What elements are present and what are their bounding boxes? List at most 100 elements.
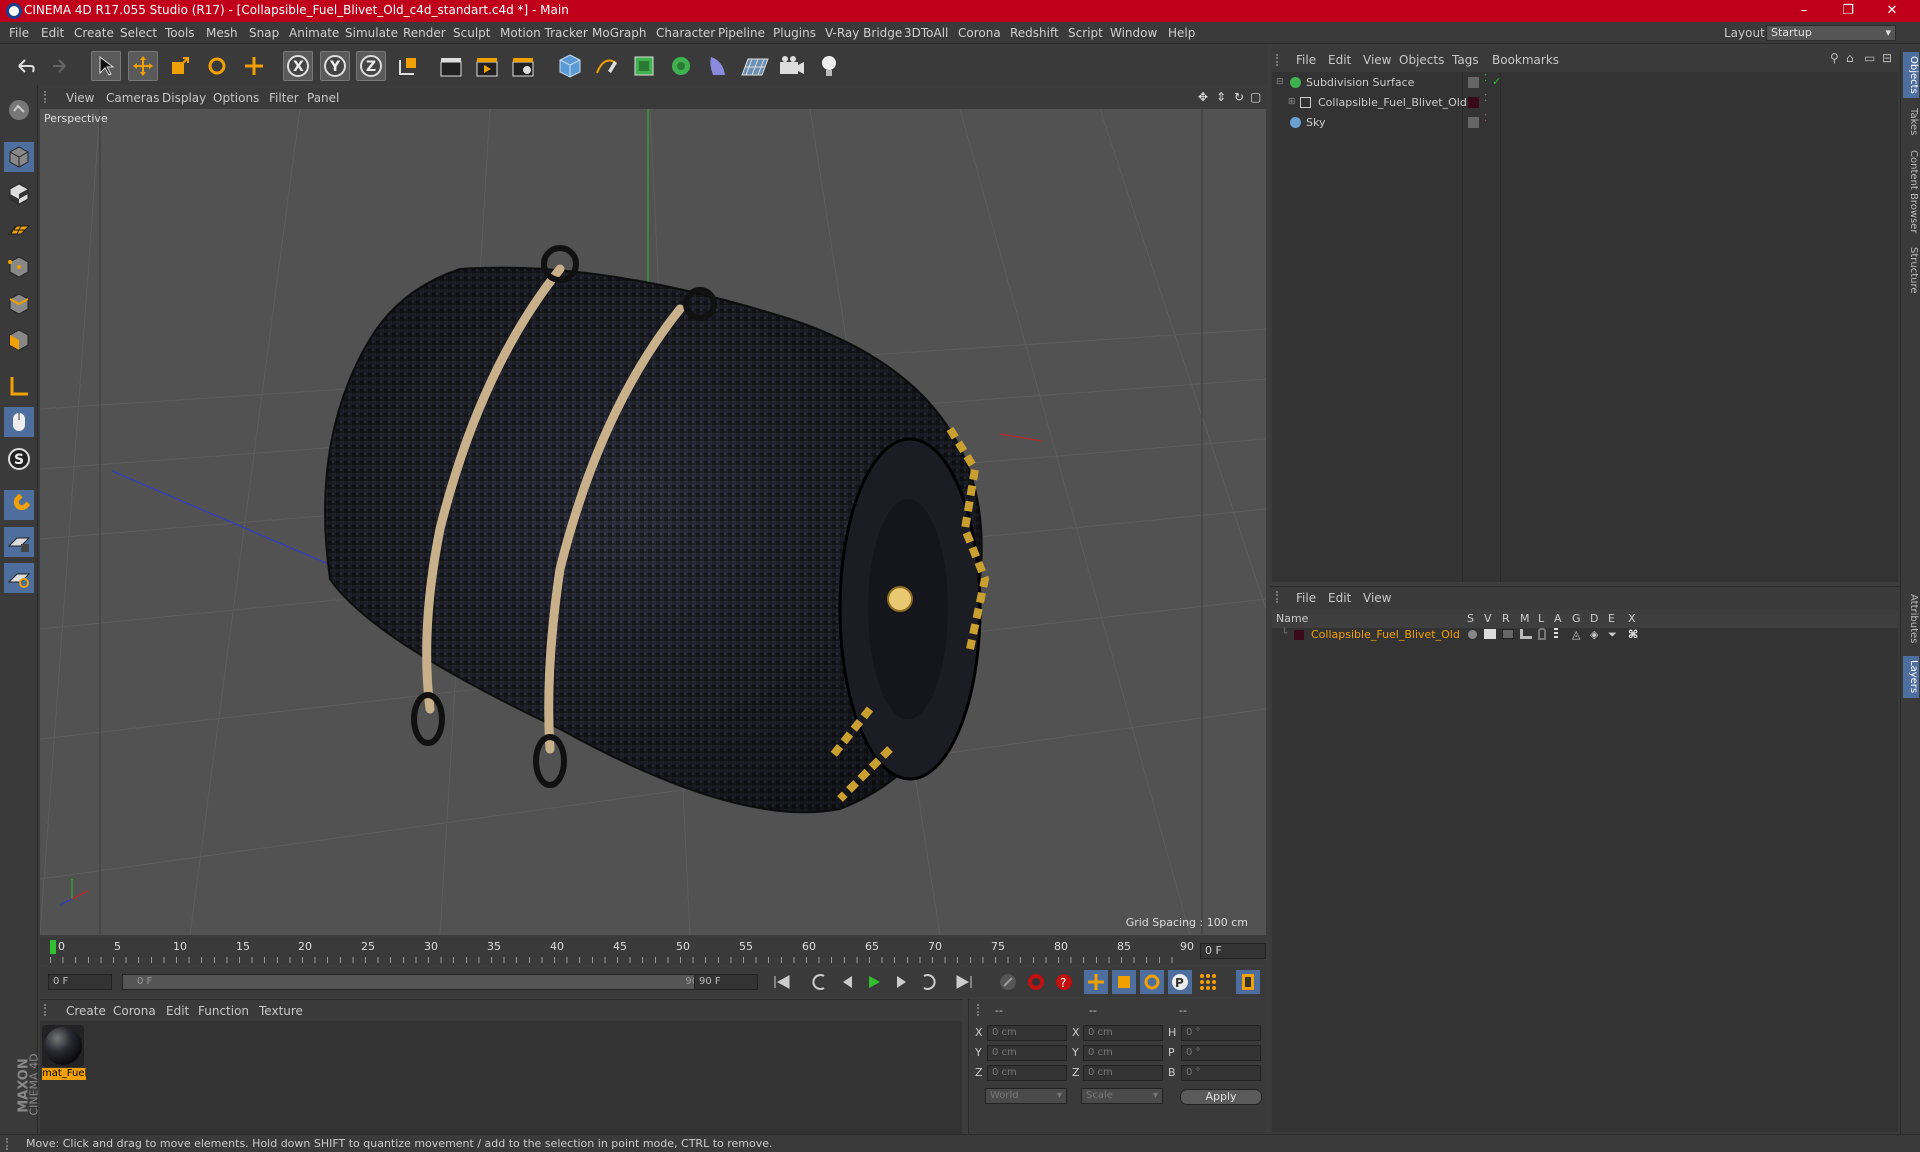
viewport-maximize-icon[interactable]: ▢	[1250, 90, 1261, 104]
menu-snap[interactable]: Snap	[249, 26, 279, 40]
axis-mode-button[interactable]	[4, 371, 34, 401]
add-floor-button[interactable]	[740, 51, 770, 81]
x-axis-lock[interactable]: X	[283, 51, 313, 81]
xref-toggle-icon[interactable]: ⌘	[1628, 628, 1638, 641]
menu-render[interactable]: Render	[403, 26, 446, 40]
undo-button[interactable]	[10, 51, 40, 81]
material-menu-create[interactable]: Create	[66, 1004, 106, 1018]
menu-tools[interactable]: Tools	[165, 26, 195, 40]
workplane-mode-button[interactable]	[4, 215, 34, 245]
render-picture-viewer-button[interactable]	[472, 51, 502, 81]
rot-b-field[interactable]: 0 °	[1181, 1065, 1261, 1081]
coordinate-space-select[interactable]: World ▾	[985, 1088, 1067, 1104]
rot-p-field[interactable]: 0 °	[1181, 1045, 1261, 1061]
home-icon[interactable]: ⌂	[1846, 51, 1854, 65]
menu-motion-tracker[interactable]: Motion Tracker	[500, 26, 588, 40]
menu-pipeline[interactable]: Pipeline	[718, 26, 765, 40]
points-mode-button[interactable]	[4, 252, 34, 282]
layer-color-swatch[interactable]	[1294, 630, 1304, 640]
add-camera-button[interactable]	[777, 51, 807, 81]
key-position-toggle[interactable]	[1084, 970, 1108, 994]
viewport-pan-icon[interactable]: ✥	[1198, 90, 1208, 104]
pos-x-field[interactable]: 0 cm	[987, 1025, 1067, 1041]
object-row-subdivision[interactable]: ⊟ Subdivision Surface ⁚ ✓	[1272, 73, 1898, 93]
add-cube-button[interactable]	[555, 51, 585, 81]
size-z-field[interactable]: 0 cm	[1083, 1065, 1163, 1081]
next-frame-button[interactable]	[889, 970, 913, 994]
menu-window[interactable]: Window	[1110, 26, 1157, 40]
menu-script[interactable]: Script	[1068, 26, 1103, 40]
menu-select[interactable]: Select	[120, 26, 157, 40]
viewport-menu-display[interactable]: Display	[162, 91, 206, 105]
menu-mesh[interactable]: Mesh	[206, 26, 238, 40]
objects-menu-objects[interactable]: Objects	[1399, 53, 1444, 67]
edges-mode-button[interactable]	[4, 289, 34, 319]
layer-row[interactable]: └ Collapsible_Fuel_Blivet_Old ◬ ◈ ⏷ ⌘	[1272, 625, 1898, 645]
rot-h-field[interactable]: 0 °	[1181, 1025, 1261, 1041]
add-subdivision-button[interactable]	[629, 51, 659, 81]
tweak-mode-button[interactable]	[4, 407, 34, 437]
current-frame-field[interactable]: 0 F	[1200, 943, 1266, 959]
go-to-start-button[interactable]	[770, 970, 794, 994]
timeline-window-button[interactable]	[1236, 970, 1260, 994]
model-mode-button[interactable]	[4, 142, 34, 172]
tab-attributes[interactable]: Attributes	[1903, 588, 1919, 650]
make-editable-button[interactable]	[4, 95, 34, 125]
layout-select[interactable]: Startup ▾	[1766, 25, 1896, 41]
search-icon[interactable]: ⚲	[1830, 51, 1839, 65]
menu-character[interactable]: Character	[656, 26, 715, 40]
key-pla-toggle[interactable]	[1196, 970, 1220, 994]
generator-toggle-icon[interactable]: ◬	[1572, 628, 1580, 641]
menu-edit[interactable]: Edit	[41, 26, 64, 40]
visibility-dots-icon[interactable]: ⁚	[1484, 113, 1487, 124]
eye-icon[interactable]	[1484, 629, 1496, 639]
autokey-button[interactable]	[1024, 970, 1048, 994]
redo-button[interactable]	[44, 51, 74, 81]
size-mode-select[interactable]: Scale ▾	[1081, 1088, 1163, 1104]
menu-create[interactable]: Create	[74, 26, 114, 40]
key-rotation-toggle[interactable]	[1140, 970, 1164, 994]
recent-tool[interactable]	[239, 51, 269, 81]
start-frame-field[interactable]: 0 F	[48, 974, 112, 990]
coordinate-system-toggle[interactable]	[393, 51, 423, 81]
visibility-dots-icon[interactable]: ⁚	[1484, 73, 1487, 84]
timeline-ruler[interactable]: 0 5 10 15 20 25 30 35 40 45 50 55 60 65 …	[40, 937, 1266, 965]
objects-menu-edit[interactable]: Edit	[1328, 53, 1351, 67]
enabled-check-icon[interactable]: ✓	[1492, 75, 1501, 88]
live-selection-tool[interactable]	[91, 51, 121, 81]
new-panel-icon[interactable]: ▭	[1864, 51, 1875, 65]
size-x-field[interactable]: 0 cm	[1083, 1025, 1163, 1041]
previous-frame-button[interactable]	[836, 970, 860, 994]
lock-icon[interactable]	[1538, 628, 1546, 640]
tab-takes[interactable]: Takes	[1903, 104, 1919, 140]
key-parameter-toggle[interactable]: P	[1168, 970, 1192, 994]
objects-menu-file[interactable]: File	[1296, 53, 1316, 67]
playhead-marker[interactable]	[50, 940, 56, 954]
rotate-tool[interactable]	[202, 51, 232, 81]
locked-workplane-button[interactable]	[4, 527, 34, 557]
next-key-button[interactable]	[916, 970, 940, 994]
menu-vray-bridge[interactable]: V-Ray Bridge	[825, 26, 902, 40]
solo-toggle-icon[interactable]	[1468, 630, 1477, 639]
material-thumbnail[interactable]	[42, 1025, 84, 1067]
collapse-icon[interactable]: ⊟	[1276, 77, 1284, 87]
minimize-button[interactable]: –	[1782, 0, 1826, 22]
render-settings-button[interactable]	[508, 51, 538, 81]
animation-toggle-icon[interactable]	[1554, 628, 1558, 640]
objects-menu-tags[interactable]: Tags	[1452, 53, 1479, 67]
tab-structure[interactable]: Structure	[1903, 244, 1919, 296]
layers-menu-view[interactable]: View	[1363, 591, 1391, 605]
menu-corona[interactable]: Corona	[958, 26, 1001, 40]
menu-simulate[interactable]: Simulate	[345, 26, 398, 40]
menu-sculpt[interactable]: Sculpt	[453, 26, 490, 40]
menu-plugins[interactable]: Plugins	[773, 26, 816, 40]
y-axis-lock[interactable]: Y	[320, 51, 350, 81]
viewport-zoom-icon[interactable]: ⇕	[1216, 90, 1226, 104]
object-row-sky[interactable]: Sky ⁚	[1272, 113, 1898, 133]
layers-menu-file[interactable]: File	[1296, 591, 1316, 605]
add-array-button[interactable]	[666, 51, 696, 81]
scale-tool[interactable]	[165, 51, 195, 81]
viewport-menu-cameras[interactable]: Cameras	[106, 91, 159, 105]
panel-menu-icon[interactable]: ⊟	[1882, 51, 1892, 65]
viewport-menu-options[interactable]: Options	[213, 91, 259, 105]
